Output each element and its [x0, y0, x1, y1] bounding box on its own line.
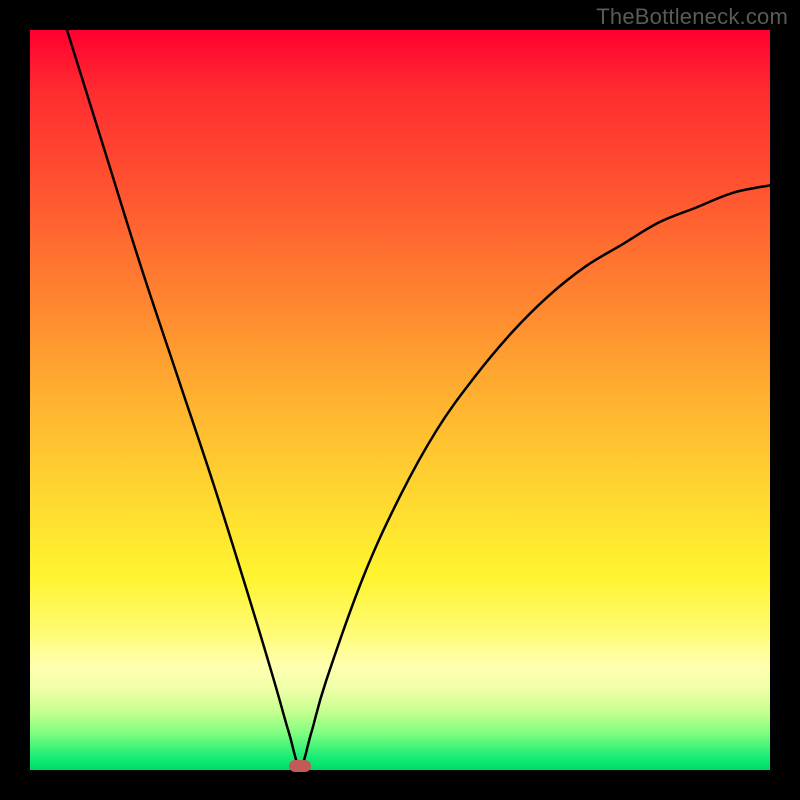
chart-frame: TheBottleneck.com [0, 0, 800, 800]
watermark-text: TheBottleneck.com [596, 4, 788, 30]
optimum-marker [289, 760, 311, 772]
bottleneck-curve [30, 30, 770, 770]
plot-area [30, 30, 770, 770]
